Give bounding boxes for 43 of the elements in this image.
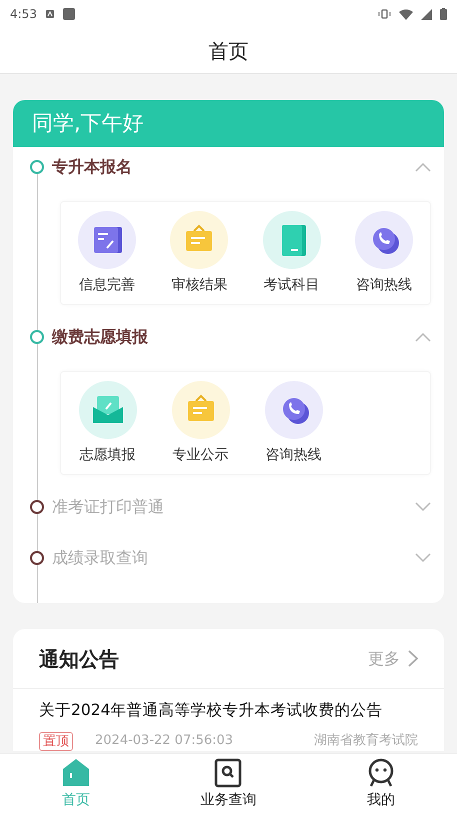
pinned-tag: 置顶 — [39, 732, 73, 750]
page-title: 首页 — [208, 38, 248, 64]
nav-label: 首页 — [62, 790, 90, 810]
shortcut-item[interactable]: 咨询热线 — [247, 380, 340, 466]
section-title[interactable]: 缴费志愿填报 — [52, 325, 415, 349]
shortcut-label: 咨询热线 — [356, 276, 412, 294]
notice-heading: 通知公告 — [39, 646, 120, 672]
shortcut-label: 专业公示 — [172, 446, 228, 464]
notice-title: 关于2024年普通高等学校专升本考试收费的公告 — [39, 700, 384, 721]
signal-icon — [421, 8, 432, 20]
shortcut-item[interactable]: 审核结果 — [153, 210, 246, 296]
search-icon — [214, 758, 242, 788]
vibrate-icon — [378, 9, 391, 19]
notification-icon — [62, 8, 75, 20]
wifi-icon — [399, 8, 413, 20]
notice-date: 2024-03-22 07:56:03 — [95, 732, 234, 750]
chevron-down-icon[interactable] — [415, 502, 431, 512]
battery-icon — [440, 8, 447, 20]
chevron-up-icon[interactable] — [415, 162, 431, 172]
chevron-right-icon[interactable] — [408, 650, 418, 667]
chevron-down-icon[interactable] — [415, 553, 431, 563]
shortcut-item[interactable]: 信息完善 — [61, 210, 154, 296]
section-title[interactable]: 专升本报名 — [52, 155, 415, 179]
status-time: 4:53 — [10, 6, 37, 23]
notice-source: 湖南省教育考试院 — [314, 732, 418, 750]
greeting-text: 同学,下午好 — [32, 110, 144, 137]
shortcut-label: 审核结果 — [171, 276, 228, 294]
nav-tab[interactable]: 我的 — [304, 754, 457, 814]
notice-item[interactable]: 关于2024年普通高等学校专升本考试收费的公告 置顶 2024-03-22 07:56:03 湖南省教育考试院 — [13, 689, 444, 751]
shortcut-item[interactable]: 考试科目 — [246, 210, 338, 296]
shortcut-item[interactable]: 志愿填报 — [61, 380, 154, 466]
shortcut-label: 考试科目 — [264, 276, 320, 294]
notification-icon — [44, 9, 55, 19]
home-icon — [61, 758, 92, 788]
shortcut-label: 志愿填报 — [80, 446, 136, 464]
shortcut-item[interactable]: 专业公示 — [154, 380, 247, 466]
shortcut-label: 咨询热线 — [266, 446, 322, 464]
shortcut-label: 信息完善 — [79, 276, 136, 294]
shortcut-item[interactable]: 咨询热线 — [338, 210, 430, 296]
nav-label: 我的 — [366, 790, 395, 810]
nav-tab[interactable]: 业务查询 — [152, 754, 305, 814]
chevron-up-icon[interactable] — [415, 332, 431, 342]
nav-label: 业务查询 — [200, 790, 256, 810]
